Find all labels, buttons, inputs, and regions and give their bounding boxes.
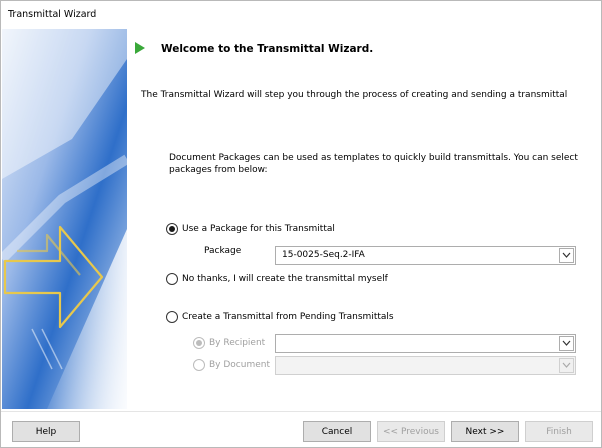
- transmittal-wizard-window: Transmittal Wizard Welcome to the Transm…: [0, 0, 602, 448]
- by-recipient-select[interactable]: [275, 334, 576, 353]
- chevron-down-icon: [562, 362, 571, 368]
- chevron-down-icon: [562, 252, 571, 258]
- use-package-radio-row[interactable]: Use a Package for this Transmittal: [166, 223, 335, 235]
- pending-transmittals-radio-row[interactable]: Create a Transmittal from Pending Transm…: [166, 311, 394, 323]
- package-select[interactable]: 15-0025-Seq.2-IFA: [275, 246, 576, 265]
- by-document-radio[interactable]: [193, 359, 205, 371]
- intro-text: The Transmittal Wizard will step you thr…: [141, 90, 568, 100]
- chevron-down-icon: [562, 340, 571, 346]
- previous-button[interactable]: << Previous: [377, 421, 445, 442]
- by-recipient-label: By Recipient: [209, 338, 266, 348]
- no-thanks-radio-row[interactable]: No thanks, I will create the transmittal…: [166, 273, 388, 285]
- pending-transmittals-radio[interactable]: [166, 311, 178, 323]
- by-recipient-radio[interactable]: [193, 337, 205, 349]
- package-dropdown-button[interactable]: [559, 248, 574, 263]
- cancel-button[interactable]: Cancel: [303, 421, 371, 442]
- use-package-label: Use a Package for this Transmittal: [182, 224, 335, 234]
- packages-description: Document Packages can be used as templat…: [169, 153, 578, 175]
- wizard-side-graphic: [2, 29, 127, 409]
- package-label: Package: [204, 246, 242, 256]
- use-package-radio[interactable]: [166, 223, 178, 235]
- title-bar: Transmittal Wizard: [1, 1, 601, 29]
- footer-divider: [1, 411, 601, 412]
- pending-transmittals-label: Create a Transmittal from Pending Transm…: [182, 312, 394, 322]
- no-thanks-radio[interactable]: [166, 273, 178, 285]
- by-document-dropdown-button[interactable]: [559, 358, 574, 373]
- package-select-value: 15-0025-Seq.2-IFA: [282, 250, 365, 260]
- by-recipient-radio-row[interactable]: By Recipient: [193, 337, 265, 349]
- next-button[interactable]: Next >>: [451, 421, 519, 442]
- finish-button[interactable]: Finish: [525, 421, 593, 442]
- page-title: Welcome to the Transmittal Wizard.: [161, 43, 374, 55]
- window-title: Transmittal Wizard: [8, 9, 97, 20]
- by-document-select[interactable]: [275, 356, 576, 375]
- help-button[interactable]: Help: [12, 421, 80, 442]
- by-recipient-dropdown-button[interactable]: [559, 336, 574, 351]
- by-document-label: By Document: [209, 360, 270, 370]
- by-document-radio-row[interactable]: By Document: [193, 359, 270, 371]
- side-graphic-image: [2, 29, 127, 409]
- no-thanks-label: No thanks, I will create the transmittal…: [182, 274, 388, 284]
- welcome-arrow-icon: [135, 42, 145, 54]
